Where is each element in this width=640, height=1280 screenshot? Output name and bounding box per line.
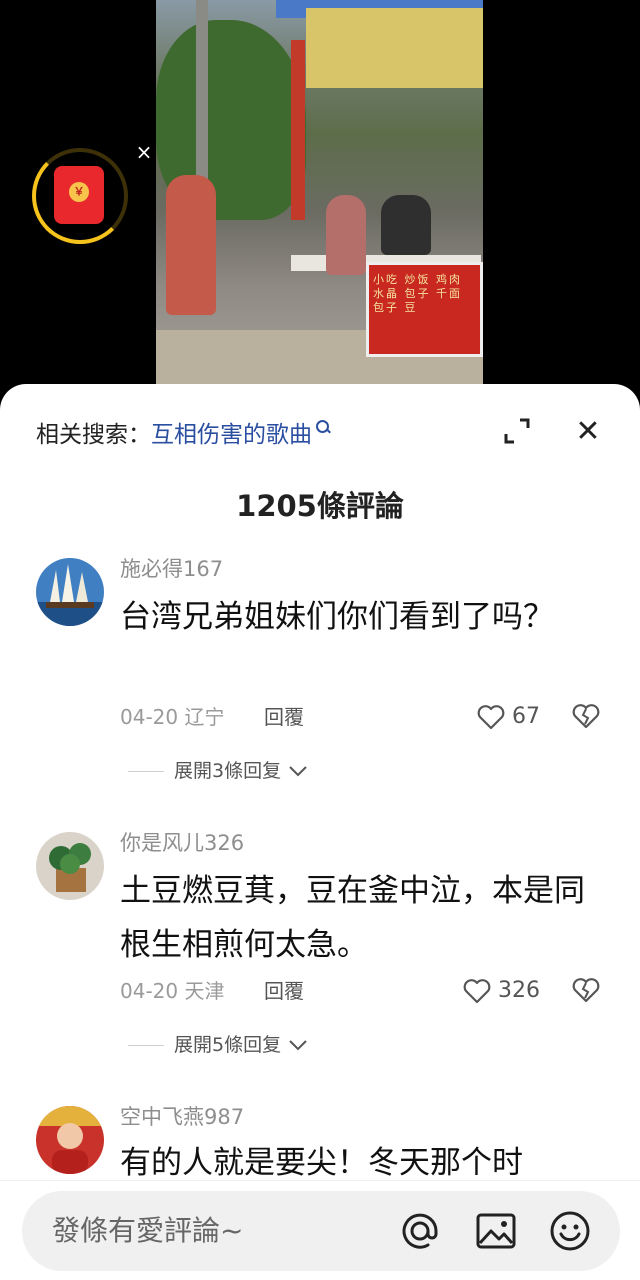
food-stand-sign-text: 小吃 炒饭 鸡肉 水晶 包子 千面 包子 豆 [373, 273, 462, 314]
image-icon [476, 1213, 516, 1249]
mention-button[interactable] [398, 1209, 442, 1253]
comment-input[interactable]: 發條有愛評論~ [22, 1191, 620, 1271]
expand-replies-button[interactable]: 展開5條回复 [128, 1030, 309, 1060]
comment-input-bar: 發條有愛評論~ [0, 1180, 640, 1280]
comment-text: 台湾兄弟姐妹们你们看到了吗？ [120, 599, 554, 635]
dislike-button[interactable] [570, 702, 602, 732]
video-scene-person [166, 175, 216, 315]
image-button[interactable] [474, 1209, 518, 1253]
heart-icon [463, 979, 491, 1004]
video-frame[interactable]: 小吃 炒饭 鸡肉 水晶 包子 千面 包子 豆 [156, 0, 483, 384]
comment-item: 你是风儿326 土豆燃豆萁，豆在釜中泣，本是同根生相煎何太急。 04-20 天津… [0, 828, 640, 1078]
comment-input-placeholder: 發條有愛評論~ [52, 1214, 244, 1247]
video-scene-building [306, 8, 483, 88]
expand-replies-button[interactable]: 展開3條回复 [128, 756, 309, 786]
avatar[interactable] [36, 558, 104, 626]
video-scene-food-stand: 小吃 炒饭 鸡肉 水晶 包子 千面 包子 豆 [366, 262, 483, 357]
expand-replies-label: 展開5條回复 [174, 1034, 282, 1056]
red-envelope-icon[interactable]: ￥ [54, 166, 104, 224]
divider [128, 770, 164, 772]
avatar[interactable] [36, 832, 104, 900]
like-button[interactable]: 326 [462, 976, 540, 1006]
expand-replies-label: 展開3條回复 [174, 760, 282, 782]
close-sheet-button[interactable]: ✕ [570, 414, 606, 450]
comment-username[interactable]: 你是风儿326 [120, 828, 244, 858]
video-scene-person [381, 195, 431, 255]
like-button[interactable]: 67 [476, 702, 540, 732]
comment-item: 施必得167 台湾兄弟姐妹们你们看到了吗？ 04-20 辽宁 回覆 67 展開3… [0, 554, 640, 804]
broken-heart-icon [572, 704, 600, 729]
expand-icon [504, 418, 530, 444]
comment-item: 空中飞燕987 有的人就是要尖！冬天那个时 [0, 1102, 640, 1192]
avatar-succulent-image [36, 832, 104, 900]
red-envelope-close-button[interactable]: × [132, 140, 156, 164]
chevron-down-icon [289, 766, 307, 777]
like-count: 326 [498, 978, 540, 1003]
related-search[interactable]: 相关搜索：互相伤害的歌曲 [36, 418, 330, 452]
avatar[interactable] [36, 1106, 104, 1174]
video-scene-person [326, 195, 366, 275]
related-search-label: 相关搜索： [36, 422, 151, 448]
red-envelope-seal: ￥ [69, 182, 89, 202]
comment-date-location: 04-20 天津 [120, 979, 225, 1003]
avatar-person-image [36, 1106, 104, 1174]
comment-date-location: 04-20 辽宁 [120, 705, 225, 729]
comment-text: 土豆燃豆萁，豆在釜中泣，本是同根生相煎何太急。 [120, 873, 585, 963]
reply-button[interactable]: 回覆 [264, 702, 304, 732]
expand-sheet-button[interactable] [500, 414, 534, 448]
chevron-down-icon [289, 1040, 307, 1051]
search-icon [316, 420, 330, 434]
red-envelope-widget[interactable]: ￥ [32, 148, 128, 244]
comments-sheet: 相关搜索：互相伤害的歌曲 ✕ 1205條評論 施必得167 台湾兄弟姐妹们你们看… [0, 384, 640, 1280]
comment-username[interactable]: 空中飞燕987 [120, 1102, 244, 1132]
comment-username[interactable]: 施必得167 [120, 554, 223, 584]
emoji-icon [550, 1211, 590, 1251]
divider [128, 1044, 164, 1046]
related-search-query[interactable]: 互相伤害的歌曲 [151, 422, 312, 448]
avatar-sailboat-image [36, 558, 104, 626]
heart-icon [477, 705, 505, 730]
video-scene-sign-pole [291, 40, 305, 220]
like-count: 67 [512, 704, 540, 729]
reply-button[interactable]: 回覆 [264, 976, 304, 1006]
at-icon [402, 1213, 438, 1249]
comment-count-title: 1205條評論 [236, 489, 404, 523]
broken-heart-icon [572, 978, 600, 1003]
dislike-button[interactable] [570, 976, 602, 1006]
emoji-button[interactable] [548, 1209, 592, 1253]
